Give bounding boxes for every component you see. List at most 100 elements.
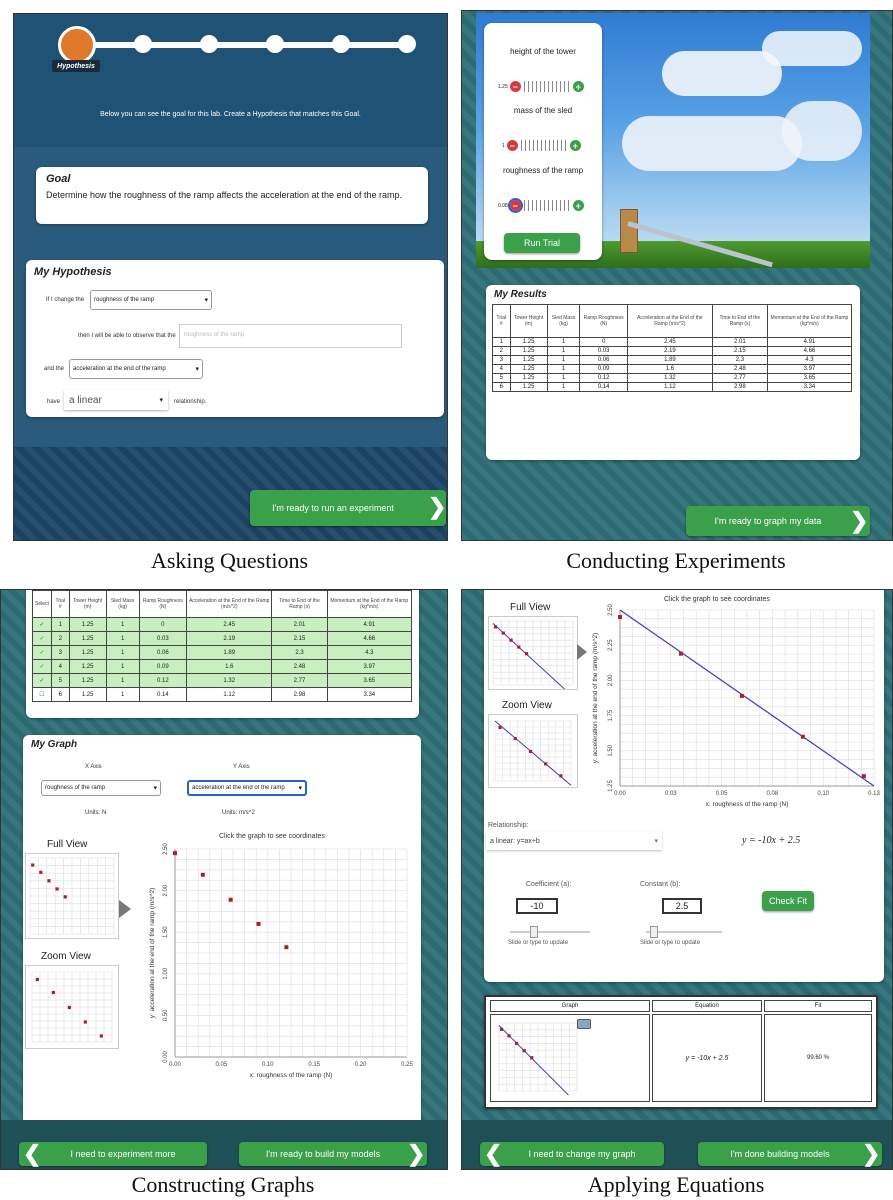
table-cell: 2.98	[271, 687, 328, 702]
table-cell: 1	[546, 364, 581, 374]
scatter-plot[interactable]: 0.00 0.05 0.10 0.15 0.20 0.25 0.00 0.50 1.00 1.50…	[147, 843, 413, 1079]
step-dot-4[interactable]	[266, 35, 284, 53]
results-card: My Results Trial # Tower Height (m) Sled…	[486, 285, 860, 460]
table-cell: 1.25	[68, 659, 107, 674]
graph-data-table: Select Trial # Tower Height (m) Sled Mas…	[32, 590, 413, 702]
constant-input[interactable]: 2.5	[662, 898, 702, 914]
results-title: My Results	[494, 289, 547, 300]
height-slider[interactable]: 1.25 − +	[498, 81, 584, 92]
experiment-more-button[interactable]: I need to experiment more	[19, 1142, 207, 1166]
chevron-left-icon: ❮	[484, 1141, 503, 1166]
independent-variable-select[interactable]: roughness of the ramp ▾	[90, 290, 212, 310]
dependent-variable-value: acceleration at the end of the ramp	[73, 366, 166, 372]
roughness-ticks[interactable]	[523, 200, 570, 211]
data-point	[63, 895, 67, 899]
step-dot-2[interactable]	[134, 35, 152, 53]
coefficient-input[interactable]: -10	[516, 898, 558, 914]
table-cell: 1.25	[68, 645, 107, 660]
build-models-button[interactable]: I'm ready to build my models	[239, 1142, 427, 1166]
step-dot-5[interactable]	[332, 35, 350, 53]
step-dot-6[interactable]	[398, 35, 416, 53]
control-label-mass: mass of the sled	[513, 106, 573, 115]
coefficient-slider-handle[interactable]	[530, 926, 538, 938]
fit-line-plot[interactable]: 0.00 0.03 0.05 0.08 0.10 0.13 1.25 1.50 1.75 2.00…	[590, 604, 880, 808]
height-ticks[interactable]	[523, 81, 570, 92]
table-cell: 0	[138, 617, 188, 632]
zoom-view-thumbnail[interactable]	[25, 965, 119, 1049]
constant-hint: Slide or type to update	[640, 940, 701, 946]
table-cell: 1.25	[68, 673, 107, 688]
full-view-thumbnail[interactable]	[25, 853, 119, 939]
relationship-select[interactable]: a linear ▾	[64, 390, 168, 410]
table-row[interactable]: ☐ 6 1.25 1 0.14 1.12 2.98 3.34	[32, 687, 413, 702]
check-fit-button[interactable]: Check Fit	[762, 891, 814, 911]
mass-slider[interactable]: 1 − +	[502, 140, 581, 151]
step-hypothesis-icon[interactable]	[58, 26, 96, 64]
plus-icon[interactable]: +	[569, 140, 581, 151]
data-point	[35, 977, 39, 982]
run-trial-button[interactable]: Run Trial	[504, 233, 580, 253]
table-cell: 1.25	[68, 687, 107, 702]
data-point	[522, 1049, 526, 1053]
run-experiment-label: I'm ready to run an experiment	[272, 503, 394, 513]
table-row[interactable]: ✓ 2 1.25 1 0.03 2.19 2.15 4.66	[32, 631, 413, 646]
plus-icon[interactable]: +	[572, 200, 584, 211]
full-view-label: Full View	[510, 602, 551, 613]
select-checkbox[interactable]: ☐	[32, 687, 52, 702]
select-checkbox[interactable]: ✓	[32, 673, 52, 688]
graph-data-button[interactable]: I'm ready to graph my data	[686, 506, 870, 536]
applying-equations-panel: Full View Zoom View Click the graph to s…	[461, 589, 893, 1170]
select-checkbox[interactable]: ✓	[32, 617, 52, 632]
step-dot-3[interactable]	[200, 35, 218, 53]
coefficient-slider[interactable]	[510, 931, 590, 933]
plus-icon[interactable]: +	[572, 81, 584, 92]
done-models-button[interactable]: I'm done building models	[698, 1142, 882, 1166]
models-table-header-equation: Equation	[652, 1000, 762, 1012]
relationship-suffix: relationship.	[174, 399, 207, 405]
model-graph-thumbnail[interactable]	[495, 1019, 581, 1095]
data-point	[173, 851, 177, 856]
copy-icon[interactable]	[577, 1019, 591, 1029]
minus-icon[interactable]: −	[506, 140, 518, 151]
change-graph-button[interactable]: I need to change my graph	[480, 1142, 664, 1166]
goal-text: Determine how the roughness of the ramp …	[46, 190, 403, 200]
relationship-value: a linear	[69, 394, 102, 406]
table-cell: 5	[50, 673, 70, 688]
chevron-down-icon: ▾	[298, 785, 302, 792]
roughness-slider[interactable]: 0.08 − +	[498, 198, 584, 213]
x-axis-select[interactable]: roughness of the ramp ▾	[41, 780, 161, 796]
table-cell: 1.25	[509, 373, 548, 383]
table-cell: 2.45	[626, 337, 713, 347]
minus-icon[interactable]: −	[509, 81, 521, 92]
select-checkbox[interactable]: ✓	[32, 645, 52, 660]
constant-value: 2.5	[675, 901, 689, 911]
y-axis-select[interactable]: acceleration at the end of the ramp ▾	[187, 780, 307, 796]
table-row[interactable]: ✓ 5 1.25 1 0.12 1.32 2.77 3.65	[32, 673, 413, 688]
table-row[interactable]: ✓ 1 1.25 1 0 2.45 2.01 4.91	[32, 617, 413, 632]
table-cell: 2.15	[711, 346, 768, 356]
run-trial-label: Run Trial	[523, 238, 560, 248]
col-ramp-roughness: Ramp Roughness (N)	[579, 304, 628, 338]
table-cell: 3.97	[326, 659, 413, 674]
y-tick-label: 1.50	[608, 744, 614, 756]
table-cell: 1.6	[186, 659, 273, 674]
run-experiment-button[interactable]: I'm ready to run an experiment	[250, 490, 446, 526]
dependent-variable-select[interactable]: acceleration at the end of the ramp ▾	[69, 359, 203, 379]
model-card: Full View Zoom View Click the graph to s…	[484, 590, 884, 982]
select-checkbox[interactable]: ✓	[32, 659, 52, 674]
select-checkbox[interactable]: ✓	[32, 631, 52, 646]
table-cell: 2.48	[711, 364, 768, 374]
relationship-select[interactable]: a linear: y=ax+b ▾	[486, 832, 662, 850]
zoom-view-thumbnail[interactable]	[488, 714, 578, 788]
intro-text: Below you can see the goal for this lab.…	[100, 111, 361, 118]
models-table-card: Graph Equation Fit y = -10x + 2.5 99.60 …	[484, 995, 878, 1109]
table-row[interactable]: ✓ 4 1.25 1 0.09 1.6 2.48 3.97	[32, 659, 413, 674]
mass-ticks[interactable]	[520, 140, 567, 151]
if-change-label: If I change the	[46, 297, 85, 303]
observation-input[interactable]: roughness of the ramp	[179, 324, 402, 348]
minus-icon[interactable]: −	[507, 198, 523, 213]
full-view-thumbnail[interactable]	[488, 616, 578, 690]
table-row[interactable]: ✓ 3 1.25 1 0.06 1.89 2.3 4.3	[32, 645, 413, 660]
constant-slider-handle[interactable]	[650, 926, 658, 938]
check-fit-label: Check Fit	[768, 896, 807, 906]
